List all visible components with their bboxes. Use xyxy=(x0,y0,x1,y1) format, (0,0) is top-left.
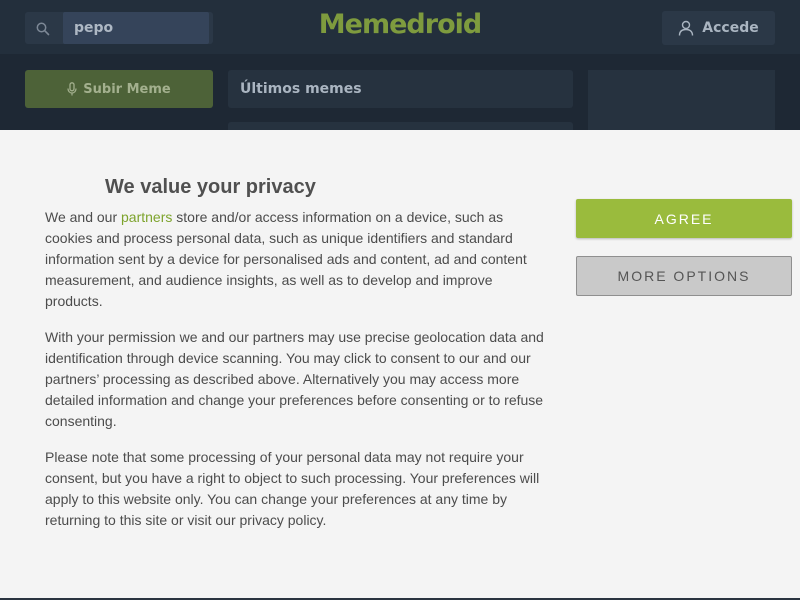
top-navigation-bar: Memedroid Accede xyxy=(0,0,800,54)
search-input[interactable] xyxy=(63,12,209,44)
page: Memedroid Accede Subir Meme Últimos meme… xyxy=(0,0,800,600)
consent-paragraph-3: Please note that some processing of your… xyxy=(45,449,540,528)
more-options-button[interactable]: MORE OPTIONS xyxy=(576,256,792,296)
consent-text-intro: We and our xyxy=(45,209,122,225)
site-logo[interactable]: Memedroid xyxy=(300,9,500,40)
consent-title: We value your privacy xyxy=(105,176,316,198)
partners-link[interactable]: partners xyxy=(121,209,172,225)
agree-button[interactable]: AGREE xyxy=(576,199,792,238)
user-icon xyxy=(679,20,694,36)
search-icon[interactable] xyxy=(36,21,50,36)
upload-meme-label: Subir Meme xyxy=(83,81,171,97)
consent-paragraph-1: We and our partners store and/or access … xyxy=(45,207,545,312)
sidebar-panel xyxy=(588,70,775,132)
login-label: Accede xyxy=(702,20,759,36)
privacy-consent-dialog: We value your privacy We and our partner… xyxy=(0,130,800,600)
consent-body: We and our partners store and/or access … xyxy=(45,207,545,546)
consent-paragraph-2: With your permission we and our partners… xyxy=(45,329,544,429)
section-title-latest-memes: Últimos memes xyxy=(228,70,573,108)
login-button[interactable]: Accede xyxy=(662,11,775,45)
upload-meme-button[interactable]: Subir Meme xyxy=(25,70,213,108)
search-box[interactable] xyxy=(25,12,213,44)
microphone-icon xyxy=(67,82,77,96)
